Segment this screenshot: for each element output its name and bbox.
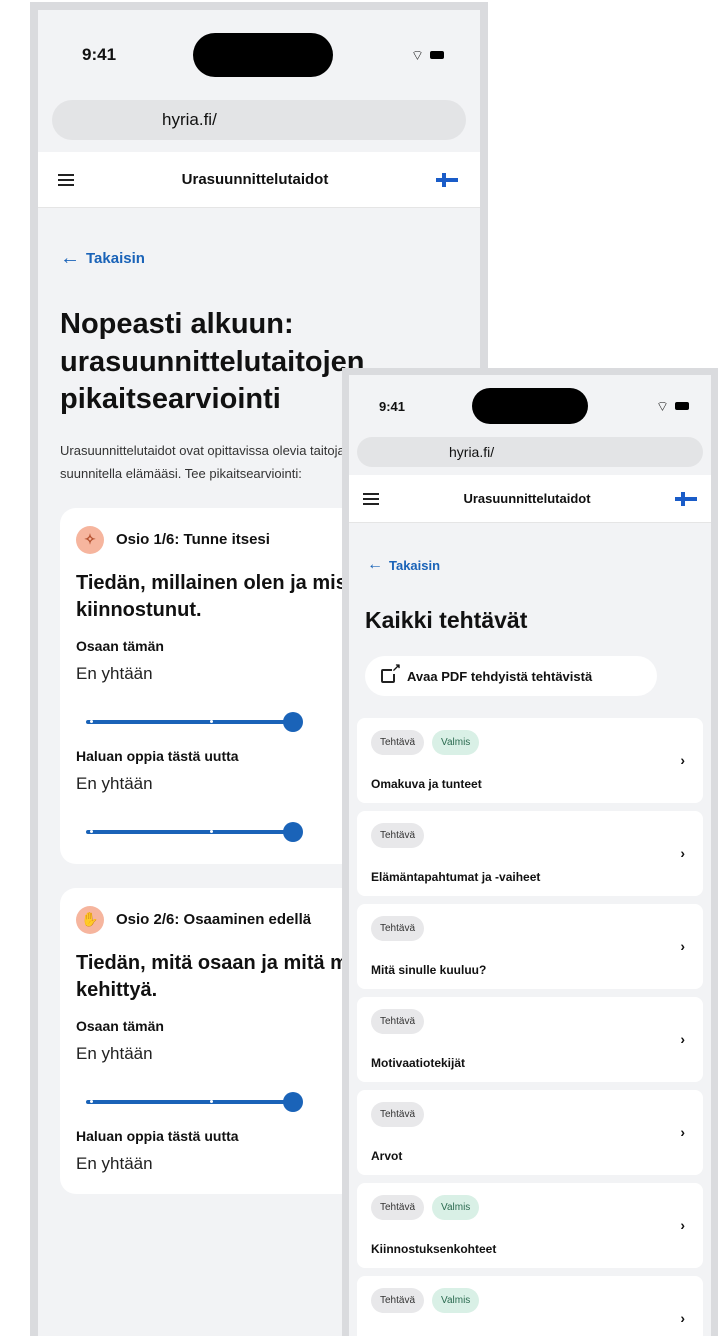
slider-tick xyxy=(210,1099,213,1103)
status-icons: ⌔ xyxy=(411,48,444,62)
chevron-right-icon: › xyxy=(680,1124,685,1140)
slider-track xyxy=(86,1099,293,1104)
lightbulb-icon: ✧ xyxy=(76,525,104,554)
task-list-item[interactable]: Tehtävä Valmis Kiinnostuksenkohteet › xyxy=(357,1183,703,1268)
task-tags: Tehtävä xyxy=(371,1102,689,1127)
external-link-icon xyxy=(381,663,401,683)
wifi-icon: ⌔ xyxy=(655,398,669,414)
wifi-icon: ⌔ xyxy=(410,47,424,63)
task-type-badge: Tehtävä xyxy=(371,916,425,941)
battery-icon xyxy=(674,402,689,410)
task-list-item[interactable]: Tehtävä Valmis Omakuva ja tunteet › xyxy=(357,718,703,803)
back-link[interactable]: ← Takaisin xyxy=(60,248,480,268)
status-time: 9:41 xyxy=(82,45,117,64)
task-list-item[interactable]: Tehtävä Arvot › xyxy=(357,1090,703,1175)
slider-thumb[interactable] xyxy=(283,711,303,732)
nav-title: Urasuunnittelutaidot xyxy=(463,491,591,506)
top-navbar: Urasuunnittelutaidot xyxy=(38,152,480,208)
back-label: Takaisin xyxy=(86,249,145,267)
status-bar: 9:41 ⌔ xyxy=(38,10,480,100)
url-text: hyria.fi/ xyxy=(162,110,217,129)
arrow-left-icon: ← xyxy=(367,556,383,573)
task-tags: Tehtävä Valmis xyxy=(371,730,689,755)
task-list-item[interactable]: Tehtävä Valmis › xyxy=(357,1276,703,1336)
section-title: Osio 1/6: Tunne itsesi xyxy=(116,531,270,549)
task-type-badge: Tehtävä xyxy=(371,823,425,848)
address-bar[interactable]: hyria.fi/ xyxy=(357,437,703,467)
top-navbar: Urasuunnittelutaidot xyxy=(349,475,711,523)
slider-tick xyxy=(210,829,213,833)
slider-thumb[interactable] xyxy=(283,1091,303,1112)
task-tags: Tehtävä xyxy=(371,823,689,848)
chevron-right-icon: › xyxy=(680,1217,685,1233)
arrow-left-icon: ← xyxy=(60,247,80,269)
task-list-item[interactable]: Tehtävä Mitä sinulle kuuluu? › xyxy=(357,904,703,989)
finnish-flag-icon[interactable] xyxy=(435,172,458,187)
task-type-badge: Tehtävä xyxy=(371,1195,425,1220)
task-type-badge: Tehtävä xyxy=(371,730,425,755)
task-title: Kiinnostuksenkohteet xyxy=(371,1242,497,1256)
slider-tick xyxy=(210,719,213,723)
status-badge: Valmis xyxy=(432,730,480,755)
nav-title: Urasuunnittelutaidot xyxy=(181,171,329,188)
chevron-right-icon: › xyxy=(680,752,685,768)
task-type-badge: Tehtävä xyxy=(371,1102,425,1127)
slider-tick xyxy=(90,1099,93,1103)
task-type-badge: Tehtävä xyxy=(371,1288,425,1313)
task-type-badge: Tehtävä xyxy=(371,1009,425,1034)
slider-track xyxy=(86,719,293,724)
slider-thumb[interactable] xyxy=(283,821,303,842)
back-label: Takaisin xyxy=(389,557,441,573)
task-list: Tehtävä Valmis Omakuva ja tunteet › Tehtävä E… xyxy=(349,718,711,1336)
back-link[interactable]: ← Takaisin xyxy=(367,557,711,573)
task-tags: Tehtävä Valmis xyxy=(371,1195,689,1220)
task-title: Mitä sinulle kuuluu? xyxy=(371,963,487,977)
chevron-right-icon: › xyxy=(680,938,685,954)
task-title: Arvot xyxy=(371,1149,403,1163)
task-tags: Tehtävä xyxy=(371,1009,689,1034)
open-pdf-button[interactable]: Avaa PDF tehdyistä tehtävistä xyxy=(365,656,657,696)
status-badge: Valmis xyxy=(432,1195,480,1220)
battery-icon xyxy=(429,51,444,59)
status-bar: 9:41 ⌔ xyxy=(349,375,711,437)
page-title: Kaikki tehtävät xyxy=(365,607,528,633)
chevron-right-icon: › xyxy=(680,845,685,861)
status-icons: ⌔ xyxy=(656,399,689,413)
menu-icon[interactable] xyxy=(58,173,74,186)
status-time: 9:41 xyxy=(379,398,406,414)
open-pdf-label: Avaa PDF tehdyistä tehtävistä xyxy=(407,668,593,684)
status-badge: Valmis xyxy=(432,1288,480,1313)
menu-icon[interactable] xyxy=(363,492,379,505)
task-title: Omakuva ja tunteet xyxy=(371,777,482,791)
dynamic-island xyxy=(193,33,334,77)
task-tags: Tehtävä Valmis xyxy=(371,1288,689,1313)
task-tags: Tehtävä xyxy=(371,916,689,941)
section-title: Osio 2/6: Osaaminen edellä xyxy=(116,911,312,929)
task-title: Elämäntapahtumat ja -vaiheet xyxy=(371,870,541,884)
hand-icon: ✋ xyxy=(76,905,104,934)
finnish-flag-icon[interactable] xyxy=(674,491,697,506)
slider-tick xyxy=(90,829,93,833)
chevron-right-icon: › xyxy=(680,1031,685,1047)
url-text: hyria.fi/ xyxy=(449,444,495,460)
all-tasks-screen: 9:41 ⌔ hyria.fi/ Urasuunnittelutaidot ← … xyxy=(342,368,718,1336)
task-list-item[interactable]: Tehtävä Elämäntapahtumat ja -vaiheet › xyxy=(357,811,703,896)
address-bar[interactable]: hyria.fi/ xyxy=(52,100,466,140)
slider-track xyxy=(86,829,293,834)
dynamic-island xyxy=(472,388,589,424)
chevron-right-icon: › xyxy=(680,1310,685,1326)
slider-tick xyxy=(90,719,93,723)
task-list-item[interactable]: Tehtävä Motivaatiotekijät › xyxy=(357,997,703,1082)
task-title: Motivaatiotekijät xyxy=(371,1056,466,1070)
